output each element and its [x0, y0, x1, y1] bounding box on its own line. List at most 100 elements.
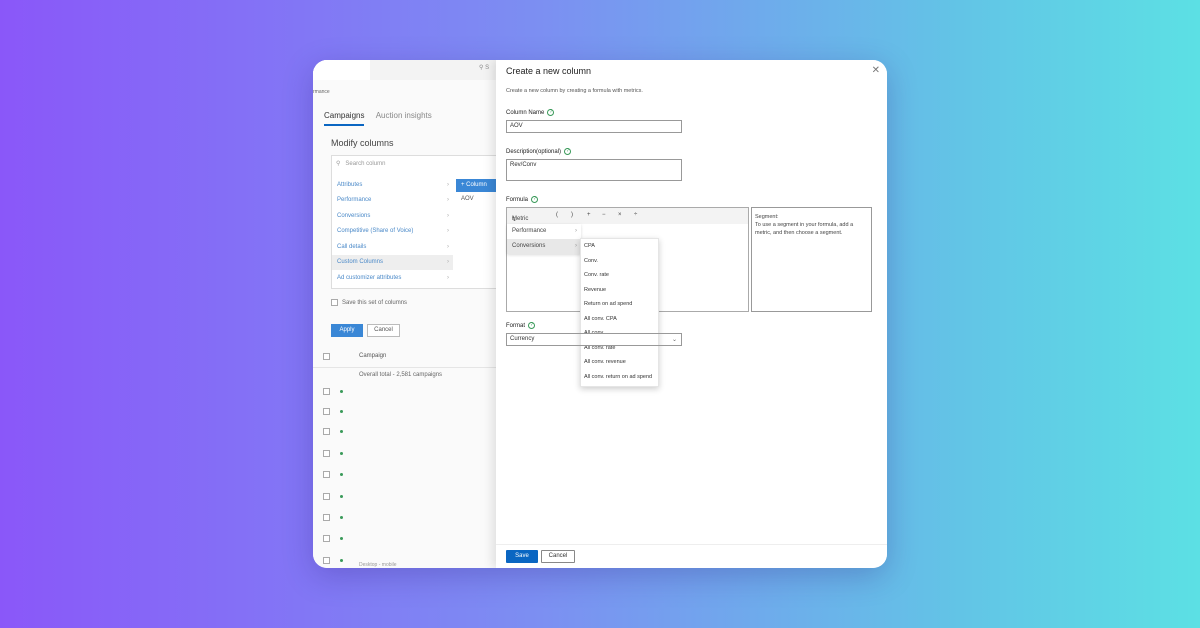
row-checkbox[interactable] — [323, 557, 330, 564]
format-label: Format? — [506, 322, 536, 329]
table-row[interactable] — [323, 450, 493, 460]
multiply-operator-button[interactable]: × — [618, 212, 622, 218]
custom-column-item[interactable]: AOV — [461, 196, 474, 202]
chevron-right-icon: › — [447, 259, 449, 265]
help-icon[interactable]: ? — [531, 196, 539, 203]
table-row[interactable] — [323, 535, 493, 545]
cancel-modify-button[interactable]: Cancel — [367, 324, 400, 337]
save-set-checkbox[interactable] — [331, 299, 338, 306]
column-name-label: Column Name? — [506, 109, 555, 116]
save-button[interactable]: Save — [506, 550, 538, 563]
help-icon[interactable]: ? — [547, 109, 555, 116]
plus-operator-button[interactable]: + — [587, 212, 591, 218]
status-dot-icon — [340, 452, 343, 455]
tab-auction-insights[interactable]: Auction insights — [376, 111, 432, 124]
chevron-right-icon: › — [575, 228, 577, 234]
category-label: Performance — [337, 197, 372, 203]
campaign-column-header[interactable]: Campaign — [359, 353, 386, 359]
submenu-item-cpa[interactable]: CPA — [584, 243, 595, 249]
formula-toolbar: + Metric ⌄ ( ) + − × ÷ — [507, 208, 748, 224]
category-label: Conversions — [337, 213, 371, 219]
global-search-fragment[interactable]: ⚲ S — [479, 64, 489, 71]
column-name-field[interactable]: AOV — [506, 120, 682, 133]
table-row[interactable] — [323, 471, 493, 481]
chevron-right-icon: › — [447, 244, 449, 250]
chevron-down-icon: ⌄ — [512, 217, 518, 223]
row-checkbox[interactable] — [323, 428, 330, 435]
category-performance[interactable]: Performance › — [332, 193, 453, 208]
conversion-metrics-submenu: CPA Conv. Conv. rate Revenue Return on a… — [580, 238, 659, 387]
chevron-right-icon: › — [447, 275, 449, 281]
row-checkbox[interactable] — [323, 471, 330, 478]
search-placeholder: Search column — [345, 161, 386, 167]
column-search-input[interactable]: ⚲ Search column — [336, 160, 385, 167]
table-row[interactable] — [323, 493, 493, 503]
category-conversions[interactable]: Conversions › — [332, 209, 453, 224]
table-row[interactable] — [323, 388, 493, 398]
help-icon[interactable]: ? — [564, 148, 572, 155]
category-call-details[interactable]: Call details › — [332, 240, 453, 255]
save-set-label: Save this set of columns — [342, 300, 408, 307]
submenu-item-conv-rate[interactable]: Conv. rate — [584, 272, 609, 278]
row-checkbox[interactable] — [323, 535, 330, 542]
close-icon[interactable]: ✕ — [872, 65, 880, 76]
category-custom-columns[interactable]: Custom Columns › — [332, 255, 453, 270]
category-label: Ad customizer attributes — [337, 275, 402, 281]
cancel-button[interactable]: Cancel — [541, 550, 575, 563]
save-set-option[interactable]: Save this set of columns — [331, 299, 407, 306]
submenu-item-all-conv-revenue[interactable]: All conv. revenue — [584, 359, 626, 365]
category-label: Call details — [337, 244, 367, 250]
search-icon: ⚲ — [336, 161, 341, 167]
create-column-dialog: Create a new column ✕ Create a new colum… — [496, 60, 887, 568]
segment-text: To use a segment in your formula, add a … — [755, 222, 854, 236]
category-label: Custom Columns — [337, 259, 384, 265]
category-competitive[interactable]: Competitive (Share of Voice) › — [332, 224, 453, 239]
submenu-item-roas[interactable]: Return on ad spend — [584, 301, 632, 307]
dialog-title: Create a new column — [506, 66, 592, 76]
chevron-right-icon: › — [447, 213, 449, 219]
row-checkbox[interactable] — [323, 514, 330, 521]
status-dot-icon — [340, 410, 343, 413]
row-checkbox[interactable] — [323, 450, 330, 457]
status-dot-icon — [340, 559, 343, 562]
table-row[interactable] — [323, 557, 493, 567]
help-icon[interactable]: ? — [528, 322, 536, 329]
table-row[interactable] — [323, 408, 493, 418]
submenu-item-all-conv-roas[interactable]: All conv. return on ad spend — [584, 374, 652, 380]
tab-campaigns[interactable]: Campaigns — [324, 111, 365, 126]
apply-button[interactable]: Apply — [331, 324, 363, 337]
format-select[interactable]: Currency ⌄ — [506, 333, 682, 346]
category-label: Competitive (Share of Voice) — [337, 228, 414, 234]
table-header — [313, 346, 497, 368]
close-paren-button[interactable]: ) — [571, 212, 573, 218]
select-all-checkbox[interactable] — [323, 353, 334, 360]
status-dot-icon — [340, 390, 343, 393]
search-text: S — [485, 65, 490, 71]
row-checkbox[interactable] — [323, 408, 330, 415]
category-attributes[interactable]: Attributes › — [332, 178, 453, 193]
overall-total: Overall total - 2,581 campaigns — [359, 372, 443, 378]
submenu-item-conv[interactable]: Conv. — [584, 258, 598, 264]
submenu-item-revenue[interactable]: Revenue — [584, 287, 606, 293]
add-column-button[interactable]: + Column — [456, 179, 497, 192]
table-row[interactable] — [323, 428, 493, 438]
menu-item-conversions[interactable]: Conversions › — [507, 239, 581, 254]
menu-item-performance[interactable]: Performance › — [507, 224, 581, 239]
table-row[interactable] — [323, 514, 493, 524]
description-label: Description(optional)? — [506, 148, 572, 155]
chevron-right-icon: › — [575, 243, 577, 249]
divide-operator-button[interactable]: ÷ — [634, 212, 637, 218]
category-ad-customizer[interactable]: Ad customizer attributes › — [332, 271, 453, 286]
chevron-right-icon: › — [447, 182, 449, 188]
modify-columns-panel: ⚲ Search column Attributes › Performance ›… — [331, 155, 497, 289]
row-checkbox[interactable] — [323, 388, 330, 395]
submenu-item-all-conv-cpa[interactable]: All conv. CPA — [584, 316, 617, 322]
chevron-right-icon: › — [447, 197, 449, 203]
breadcrumb[interactable]: rmance — [313, 89, 330, 95]
row-checkbox[interactable] — [323, 493, 330, 500]
status-dot-icon — [340, 430, 343, 433]
open-paren-button[interactable]: ( — [556, 212, 558, 218]
background-app: ⚲ S rmance Campaigns Auction insights Mo… — [313, 60, 497, 568]
description-field[interactable]: Rev/Conv — [506, 159, 682, 181]
minus-operator-button[interactable]: − — [602, 212, 606, 218]
